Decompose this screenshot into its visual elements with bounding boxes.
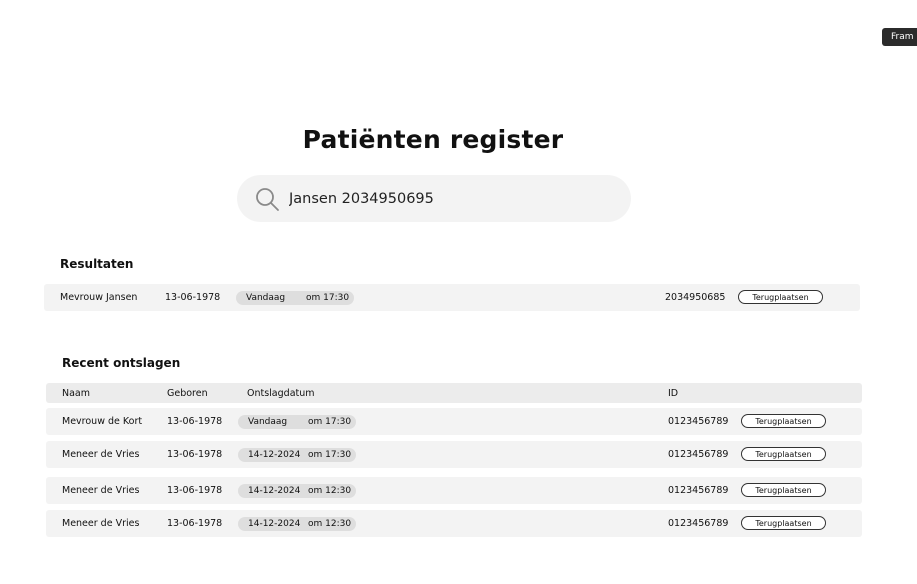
restore-button[interactable]: Terugplaatsen [738, 290, 823, 304]
discharge-time: om 17:30 [306, 293, 350, 303]
patient-name: Mevrouw Jansen [60, 292, 138, 303]
discharge-time: om 17:30 [308, 450, 352, 460]
discharge-time: om 12:30 [308, 486, 352, 496]
table-row: Meneer de Vries 13-06-1978 14-12-2024 om… [46, 510, 862, 537]
column-header-id: ID [668, 387, 679, 399]
discharge-time: om 12:30 [308, 519, 352, 529]
birth-date: 13-06-1978 [167, 449, 223, 460]
discharge-date: Vandaag [248, 417, 288, 427]
discharge-date-pill: 14-12-2024 om 12:30 [238, 484, 356, 498]
recent-discharges-title: Recent ontslagen [62, 356, 181, 370]
page-title: Patiënten register [302, 125, 564, 154]
discharge-time: om 17:30 [308, 417, 352, 427]
discharge-date-pill: 14-12-2024 om 17:30 [238, 448, 356, 462]
table-row: Meneer de Vries 13-06-1978 14-12-2024 om… [46, 441, 862, 468]
birth-date: 13-06-1978 [167, 416, 223, 427]
results-title: Resultaten [60, 257, 134, 271]
birth-date: 13-06-1978 [165, 292, 221, 303]
table-header: Naam Geboren Ontslagdatum ID [46, 383, 862, 403]
patient-id: 0123456789 [668, 485, 729, 496]
search-input[interactable] [289, 175, 609, 222]
discharge-date: 14-12-2024 [248, 519, 301, 529]
patient-name: Meneer de Vries [62, 518, 140, 529]
result-row: Mevrouw Jansen 13-06-1978 Vandaag om 17:… [44, 284, 860, 311]
frame-label: Fram [882, 28, 917, 46]
patient-name: Mevrouw de Kort [62, 416, 143, 427]
table-row: Meneer de Vries 13-06-1978 14-12-2024 om… [46, 477, 862, 504]
discharge-date-pill: 14-12-2024 om 12:30 [238, 517, 356, 531]
restore-button[interactable]: Terugplaatsen [741, 447, 826, 461]
discharge-date-pill: Vandaag om 17:30 [238, 415, 356, 429]
restore-button[interactable]: Terugplaatsen [741, 483, 826, 497]
column-header-discharge: Ontslagdatum [247, 387, 315, 399]
birth-date: 13-06-1978 [167, 518, 223, 529]
patient-name: Meneer de Vries [62, 449, 140, 460]
column-header-name: Naam [62, 387, 91, 399]
birth-date: 13-06-1978 [167, 485, 223, 496]
discharge-date: 14-12-2024 [248, 486, 301, 496]
patient-id: 0123456789 [668, 518, 729, 529]
patient-id: 0123456789 [668, 416, 729, 427]
discharge-date: Vandaag [246, 293, 286, 303]
restore-button[interactable]: Terugplaatsen [741, 516, 826, 530]
restore-button[interactable]: Terugplaatsen [741, 414, 826, 428]
discharge-date: 14-12-2024 [248, 450, 301, 460]
table-row: Mevrouw de Kort 13-06-1978 Vandaag om 17… [46, 408, 862, 435]
patient-id: 2034950685 [665, 292, 726, 303]
patient-id: 0123456789 [668, 449, 729, 460]
column-header-born: Geboren [167, 387, 208, 399]
search-icon [254, 186, 280, 212]
discharge-date-pill: Vandaag om 17:30 [236, 291, 354, 305]
search-bar[interactable] [237, 175, 631, 222]
patient-name: Meneer de Vries [62, 485, 140, 496]
